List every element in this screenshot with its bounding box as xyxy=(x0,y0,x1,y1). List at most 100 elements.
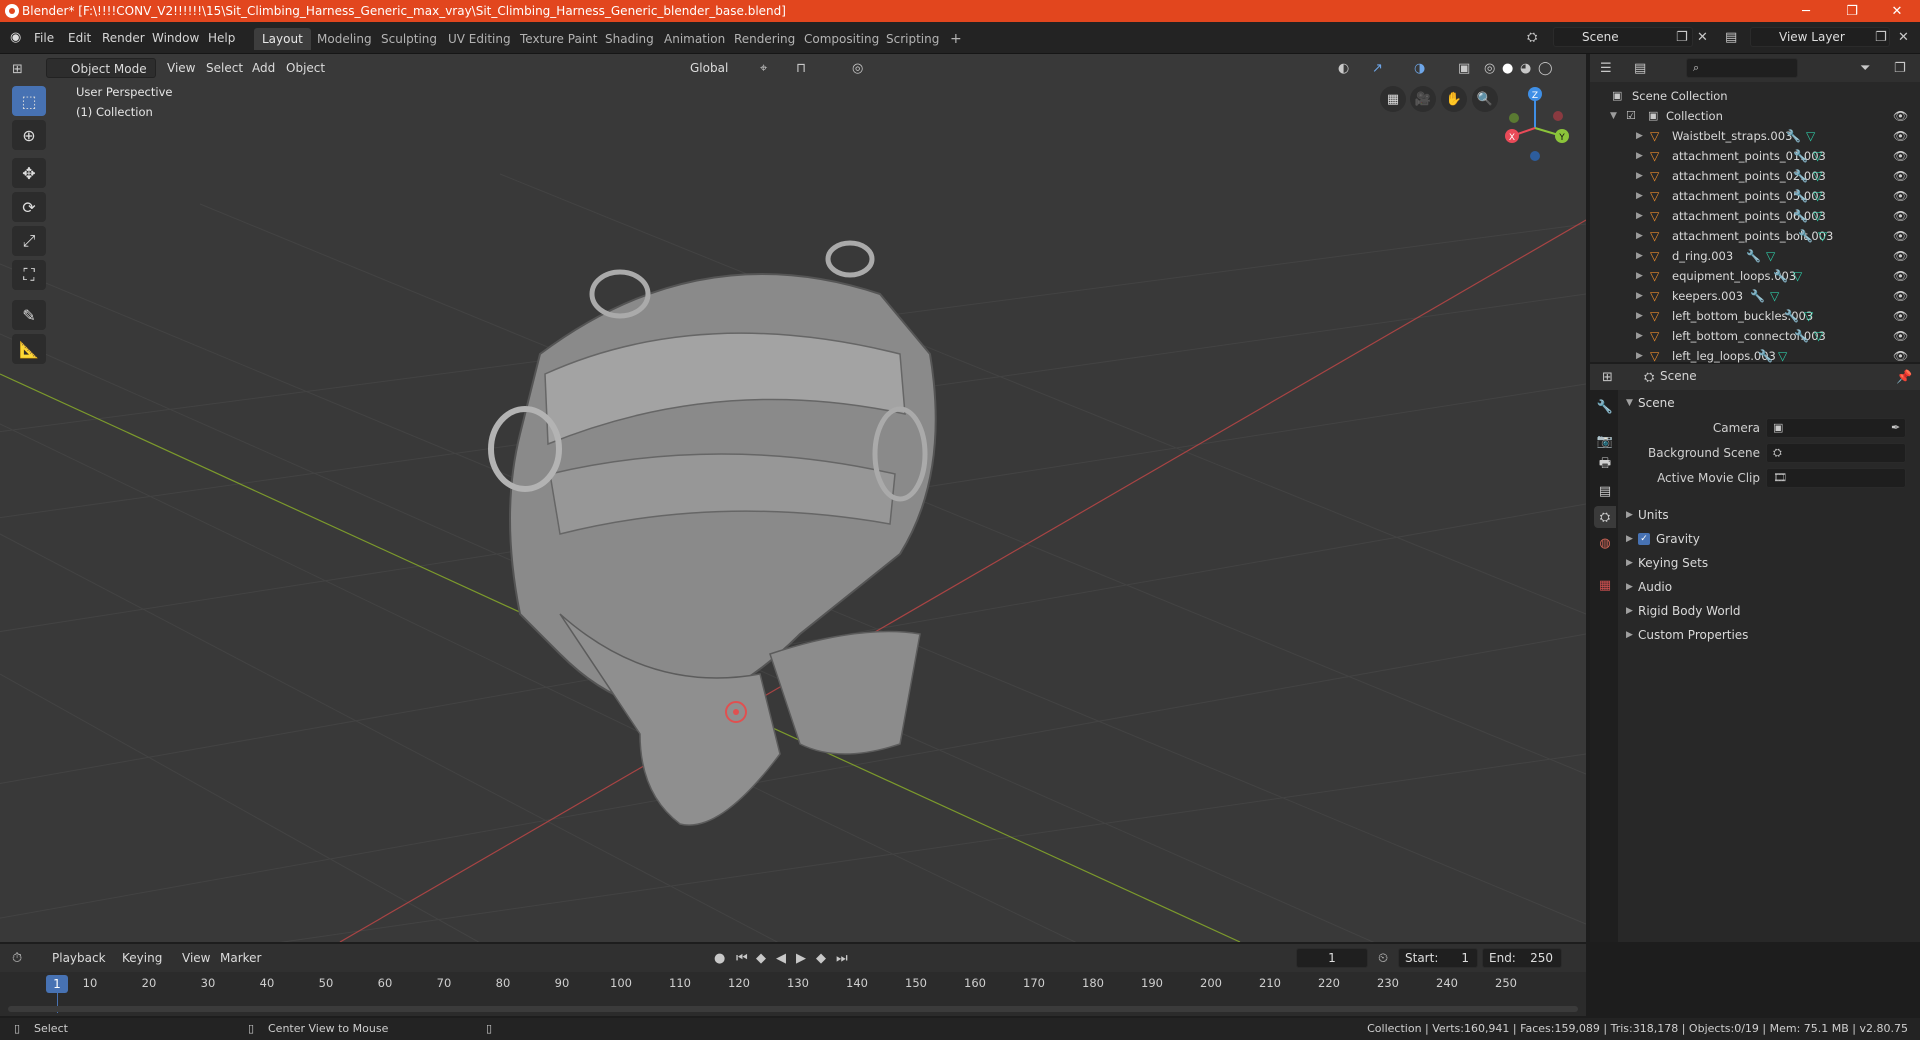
add-workspace-button[interactable]: + xyxy=(942,28,970,50)
tab-shading[interactable]: Shading xyxy=(597,28,662,50)
eye-icon[interactable]: 👁 xyxy=(1893,246,1908,266)
mesh-data-icon[interactable]: ▽ xyxy=(1813,166,1822,186)
eye-icon[interactable]: 👁 xyxy=(1893,266,1908,286)
tab-sculpting[interactable]: Sculpting xyxy=(373,28,445,50)
minimize-button[interactable]: ─ xyxy=(1783,0,1829,22)
mesh-data-icon[interactable]: ▽ xyxy=(1804,306,1813,326)
start-frame-field[interactable]: Start: 1 xyxy=(1398,948,1478,968)
modifier-icon[interactable]: 🔧 xyxy=(1746,246,1761,266)
current-frame-field[interactable]: 1 xyxy=(1296,948,1368,968)
toggle-perspective-icon[interactable]: ▦ xyxy=(1380,86,1406,112)
render-tab-icon[interactable]: 📷 xyxy=(1594,430,1616,452)
units-section[interactable]: ▶ Units xyxy=(1620,504,1920,526)
timeline-scrollbar[interactable] xyxy=(8,1006,1578,1012)
modifier-icon[interactable]: 🔧 xyxy=(1784,306,1799,326)
modifier-icon[interactable]: 🔧 xyxy=(1793,186,1808,206)
cursor-tool[interactable]: ⊕ xyxy=(12,120,46,150)
expand-icon[interactable]: ▶ xyxy=(1636,226,1643,246)
overlay-toggle-icon[interactable]: ◑ xyxy=(1414,62,1425,75)
jump-start-icon[interactable]: ⏮ xyxy=(736,952,748,965)
harness-model[interactable] xyxy=(488,240,937,826)
view-layer-icon[interactable]: ▤ xyxy=(1725,31,1737,44)
menu-render[interactable]: Render xyxy=(96,28,151,48)
tab-scripting[interactable]: Scripting xyxy=(878,28,947,50)
gizmo-toggle-icon[interactable]: ↗ xyxy=(1372,62,1383,75)
eye-icon[interactable]: 👁 xyxy=(1893,346,1908,366)
measure-tool[interactable]: 📐 xyxy=(12,334,46,364)
maximize-button[interactable]: ❐ xyxy=(1829,0,1875,22)
expand-icon[interactable]: ▼ xyxy=(1610,106,1617,126)
checkbox-icon[interactable]: ☑ xyxy=(1626,110,1636,121)
move-tool[interactable]: ✥ xyxy=(12,158,46,188)
outliner-item[interactable]: ▶ ▽ attachment_points_02.003 🔧 ▽ 👁 xyxy=(1590,166,1920,186)
new-scene-icon[interactable]: ❐ xyxy=(1676,31,1688,44)
jump-end-icon[interactable]: ⏭ xyxy=(836,952,848,965)
eye-icon[interactable]: 👁 xyxy=(1893,166,1908,186)
modifier-icon[interactable]: 🔧 xyxy=(1758,346,1773,366)
outliner-item[interactable]: ▶ ▽ attachment_points_06.003 🔧 ▽ 👁 xyxy=(1590,206,1920,226)
object-mode-dropdown[interactable]: Object Mode xyxy=(46,58,156,78)
mesh-data-icon[interactable]: ▽ xyxy=(1770,286,1779,306)
mesh-data-icon[interactable]: ▽ xyxy=(1813,186,1822,206)
outliner-item[interactable]: ▶ ▽ d_ring.003 🔧 ▽ 👁 xyxy=(1590,246,1920,266)
tab-compositing[interactable]: Compositing xyxy=(796,28,887,50)
scene-tab-icon[interactable]: ⛭ xyxy=(1594,506,1616,528)
tool-tab-icon[interactable]: 🔧 xyxy=(1594,396,1616,418)
outliner-search-input[interactable]: ⌕ xyxy=(1686,58,1798,78)
menu-edit[interactable]: Edit xyxy=(62,28,97,48)
expand-icon[interactable]: ▶ xyxy=(1636,326,1643,346)
expand-icon[interactable]: ▶ xyxy=(1636,346,1643,366)
delete-view-layer-icon[interactable]: ✕ xyxy=(1898,31,1909,44)
annotate-tool[interactable]: ✎ xyxy=(12,300,46,330)
timeline-menu-playback[interactable]: Playback xyxy=(46,948,112,968)
pan-view-icon[interactable]: ✋ xyxy=(1441,86,1467,112)
modifier-icon[interactable]: 🔧 xyxy=(1793,146,1808,166)
pivot-point-icon[interactable]: ⌖ xyxy=(760,62,767,75)
play-icon[interactable]: ▶ xyxy=(796,952,806,965)
viewport-menu-object[interactable]: Object xyxy=(280,58,331,78)
record-icon[interactable]: ● xyxy=(714,952,725,965)
material-shading-icon[interactable]: ◕ xyxy=(1520,62,1531,75)
snap-icon[interactable]: ⊓ xyxy=(796,62,806,75)
expand-icon[interactable]: ▶ xyxy=(1636,246,1643,266)
timeline-menu-marker[interactable]: Marker xyxy=(214,948,267,968)
view-layer-tab-icon[interactable]: ▤ xyxy=(1594,480,1616,502)
view-layer-selector[interactable]: View Layer xyxy=(1750,27,1890,47)
proportional-editing-icon[interactable]: ◎ xyxy=(852,62,863,75)
output-tab-icon[interactable]: 🖶 xyxy=(1594,454,1616,476)
viewport-menu-view[interactable]: View xyxy=(161,58,201,78)
rendered-shading-icon[interactable]: ◯ xyxy=(1538,62,1553,75)
tab-animation[interactable]: Animation xyxy=(656,28,733,50)
navigation-gizmo[interactable]: Z Y X xyxy=(1500,86,1570,166)
modifier-icon[interactable]: 🔧 xyxy=(1786,126,1801,146)
scene-icon[interactable]: ⛭ xyxy=(1527,31,1537,44)
eye-icon[interactable]: 👁 xyxy=(1893,286,1908,306)
outliner-collection[interactable]: ▼ ☑ ▣ Collection 👁 xyxy=(1590,106,1920,126)
outliner-item[interactable]: ▶ ▽ left_bottom_connector.003 🔧 ▽ 👁 xyxy=(1590,326,1920,346)
mesh-data-icon[interactable]: ▽ xyxy=(1806,126,1815,146)
gravity-section[interactable]: ▶ ✓ Gravity xyxy=(1620,528,1920,550)
tab-layout[interactable]: Layout xyxy=(254,28,311,50)
zoom-view-icon[interactable]: 🔍 xyxy=(1472,86,1498,112)
expand-icon[interactable]: ▶ xyxy=(1636,306,1643,326)
mesh-data-icon[interactable]: ▽ xyxy=(1778,346,1787,366)
transform-tool[interactable]: ⛶ xyxy=(12,260,46,290)
scale-tool[interactable]: ⤢ xyxy=(12,226,46,256)
editor-type-icon[interactable]: ⊞ xyxy=(12,63,23,76)
viewport-menu-select[interactable]: Select xyxy=(200,58,249,78)
new-collection-icon[interactable]: ❐ xyxy=(1894,62,1906,75)
select-box-tool[interactable]: ⬚ xyxy=(12,86,46,116)
mesh-data-icon[interactable]: ▽ xyxy=(1813,146,1822,166)
custom-properties-section[interactable]: ▶ Custom Properties xyxy=(1620,624,1920,646)
outliner-item[interactable]: ▶ ▽ attachment_points_05.003 🔧 ▽ 👁 xyxy=(1590,186,1920,206)
gravity-checkbox[interactable]: ✓ xyxy=(1638,533,1650,545)
audio-section[interactable]: ▶ Audio xyxy=(1620,576,1920,598)
outliner-item[interactable]: ▶ ▽ keepers.003 🔧 ▽ 👁 xyxy=(1590,286,1920,306)
rotate-tool[interactable]: ⟳ xyxy=(12,192,46,222)
background-scene-field[interactable]: ⛭ xyxy=(1766,443,1906,463)
menu-window[interactable]: Window xyxy=(146,28,205,48)
mesh-data-icon[interactable]: ▽ xyxy=(1766,246,1775,266)
pin-icon[interactable]: 📌 xyxy=(1896,371,1912,384)
next-keyframe-icon[interactable]: ◆ xyxy=(816,952,826,965)
mesh-data-icon[interactable]: ▽ xyxy=(1813,206,1822,226)
